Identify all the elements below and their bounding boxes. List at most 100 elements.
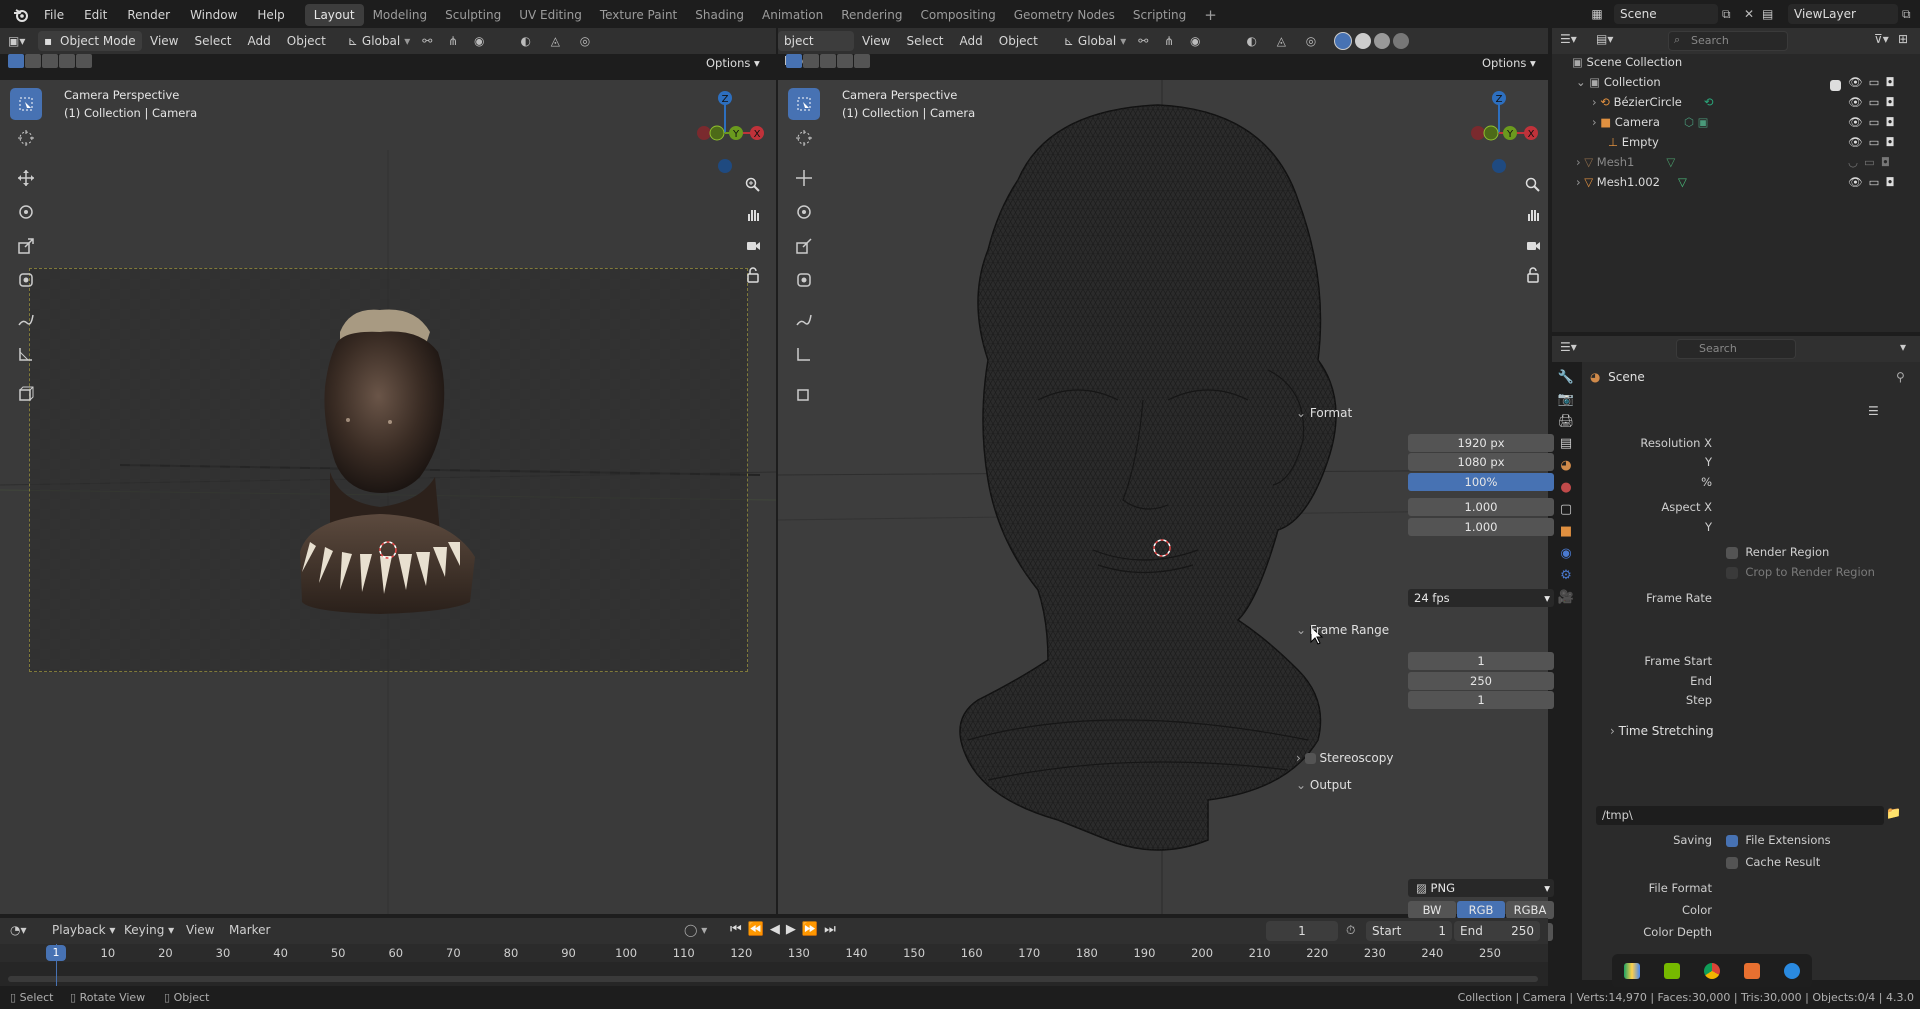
left-navigation-gizmo[interactable]: Z X Y [680,86,770,176]
preview-range-icon[interactable]: ⏱ [1346,923,1355,938]
pan-hand-icon[interactable] [742,204,764,226]
left-orientation-dropdown[interactable]: ⊾ Global ▾ [348,34,410,48]
left-menu-select[interactable]: Select [186,34,239,48]
scene-name-field[interactable]: Scene [1614,4,1718,24]
outliner-item-mesh1[interactable]: › ▽ Mesh1 ▽ ◡▭◘ [1576,154,1912,171]
right-annotate-tool-icon[interactable] [788,304,820,336]
right-menu-add[interactable]: Add [952,34,991,48]
right-select-new-button[interactable] [786,54,802,68]
right-scale-tool-icon[interactable] [788,230,820,262]
menu-file[interactable]: File [34,0,74,30]
collection-visibility-icons[interactable]: 👁▭◘ [1848,74,1901,91]
new-scene-icon[interactable]: ⧉ [1722,7,1740,22]
right-select-subtract-button[interactable] [820,54,836,68]
right-select-extend-button[interactable] [803,54,819,68]
select-subtract-button[interactable] [42,54,58,68]
frame-step-field[interactable]: 1 [1408,691,1554,709]
right-navigation-gizmo[interactable]: Z X Y [1454,86,1544,176]
color-rgba-button[interactable]: RGBA [1506,901,1554,919]
properties-editor-icon[interactable]: ☰▾ [1560,340,1577,354]
right-visibility-icons[interactable]: ◐ ◬ ◎ [1246,34,1324,48]
select-intersect-button[interactable] [76,54,92,68]
editor-type-icon[interactable]: ▣▾ [8,34,38,48]
right-pivot-snap-icons[interactable]: ⚯ ⋔ ◉ [1138,34,1206,48]
tab-rendering[interactable]: Rendering [832,4,911,26]
solid-shading-icon[interactable] [1355,33,1372,49]
jump-end-icon[interactable]: ⏭ [824,922,836,937]
left-menu-add[interactable]: Add [240,34,279,48]
render-tab-icon[interactable]: 📷 [1558,392,1574,407]
right-menu-object[interactable]: Object [991,34,1046,48]
file-format-dropdown[interactable]: ▨ PNG ▾ [1408,879,1554,897]
empty-visibility-icons[interactable]: 👁▭◘ [1848,134,1901,151]
cache-result-checkbox[interactable]: Cache Result [1726,855,1820,869]
right-options-dropdown[interactable]: Options ▾ [1482,56,1546,74]
select-extend-button[interactable] [25,54,41,68]
playhead-frame-badge[interactable]: 1 [46,945,66,961]
filter-icon[interactable]: ⊽▾ [1874,32,1889,46]
format-presets-icon[interactable]: ☰ [1868,404,1879,418]
sync-icon[interactable] [1744,963,1760,979]
new-collection-icon[interactable]: ⊞ [1898,32,1908,46]
right-menu-select[interactable]: Select [898,34,951,48]
outliner-item-empty[interactable]: ⊥ Empty 👁▭◘ [1608,134,1912,151]
mesh1-002-visibility-icons[interactable]: 👁▭◘ [1848,174,1901,191]
frame-range-section-header[interactable]: ⌄ Frame Range [1296,620,1389,640]
outliner-item-camera[interactable]: › ■ Camera ⬡ ▣ 👁▭◘ [1592,114,1912,131]
prev-keyframe-icon[interactable]: ⏪ [748,922,764,937]
right-camera-view-icon[interactable] [1522,234,1544,256]
aspect-x-field[interactable]: 1.000 [1408,498,1554,516]
right-select-intersect-button[interactable] [854,54,870,68]
tab-compositing[interactable]: Compositing [911,4,1004,26]
timeline-menu-view[interactable]: View [186,923,214,937]
timeline-scrollbar[interactable] [8,976,1538,982]
lock-camera-icon[interactable] [742,264,764,286]
edge-icon[interactable] [1784,963,1800,979]
new-viewlayer-icon[interactable]: ⧉ [1902,7,1918,22]
format-section-header[interactable]: ⌄ Format [1296,403,1352,423]
frame-rate-dropdown[interactable]: 24 fps ▾ [1408,589,1554,607]
folder-icon[interactable]: 📁 [1886,806,1904,824]
beziercircle-visibility-icons[interactable]: 👁▭◘ [1848,94,1901,111]
output-section-header[interactable]: ⌄ Output [1296,775,1352,795]
left-visibility-icons[interactable]: ◐ ◬ ◎ [520,34,598,48]
right-add-cube-tool-icon[interactable] [788,378,820,410]
resolution-x-field[interactable]: 1920 px [1408,434,1554,452]
timeline-menu-keying[interactable]: Keying ▾ [124,923,174,937]
current-frame-field[interactable]: 1 [1266,921,1338,941]
render-region-checkbox[interactable]: Render Region [1726,545,1829,559]
cursor-tool-icon[interactable] [10,122,42,154]
viewlayer-name-field[interactable]: ViewLayer [1788,4,1898,24]
jump-start-icon[interactable]: ⏮ [730,922,742,937]
play-icon[interactable]: ▶ [786,922,796,937]
nvidia-icon[interactable] [1664,963,1680,979]
outliner-collection-row[interactable]: ⌄ ▣ Collection 👁▭◘ [1576,74,1912,91]
outliner-search-input[interactable]: Search [1668,31,1788,51]
properties-options-icon[interactable]: ▾ [1900,340,1906,354]
menu-window[interactable]: Window [180,0,247,30]
right-cursor-tool-icon[interactable] [788,122,820,154]
right-select-box-tool-icon[interactable] [788,88,820,120]
left-mode-dropdown[interactable]: ▪ Object Mode [38,31,142,51]
tab-uv-editing[interactable]: UV Editing [510,4,591,26]
resolution-percentage-slider[interactable]: 100% [1408,473,1554,491]
output-path-field[interactable]: /tmp\ [1596,806,1884,825]
mesh1-visibility-icons[interactable]: ◡▭◘ [1848,154,1896,171]
right-menu-view[interactable]: View [854,34,898,48]
right-select-invert-button[interactable] [837,54,853,68]
timeline-end-field[interactable]: End 250 [1454,921,1540,941]
file-extensions-checkbox[interactable]: File Extensions [1726,833,1831,847]
menu-edit[interactable]: Edit [74,0,117,30]
google-drive-icon[interactable] [1624,963,1640,979]
tab-scripting[interactable]: Scripting [1124,4,1195,26]
outliner-item-mesh1-002[interactable]: › ▽ Mesh1.002 ▽ 👁▭◘ [1576,174,1912,191]
time-stretching-section-header[interactable]: › Time Stretching [1610,721,1714,741]
output-tab-icon[interactable]: 🖨 [1558,414,1575,429]
tab-texture-paint[interactable]: Texture Paint [591,4,686,26]
measure-tool-icon[interactable] [10,338,42,370]
3d-cursor-icon[interactable] [378,540,398,560]
constraints-tab-icon[interactable]: ⚙ [1560,568,1572,583]
close-scene-icon[interactable]: ✕ [1744,7,1758,21]
right-rotate-tool-icon[interactable] [788,196,820,228]
properties-search-input[interactable]: Search [1676,339,1796,359]
